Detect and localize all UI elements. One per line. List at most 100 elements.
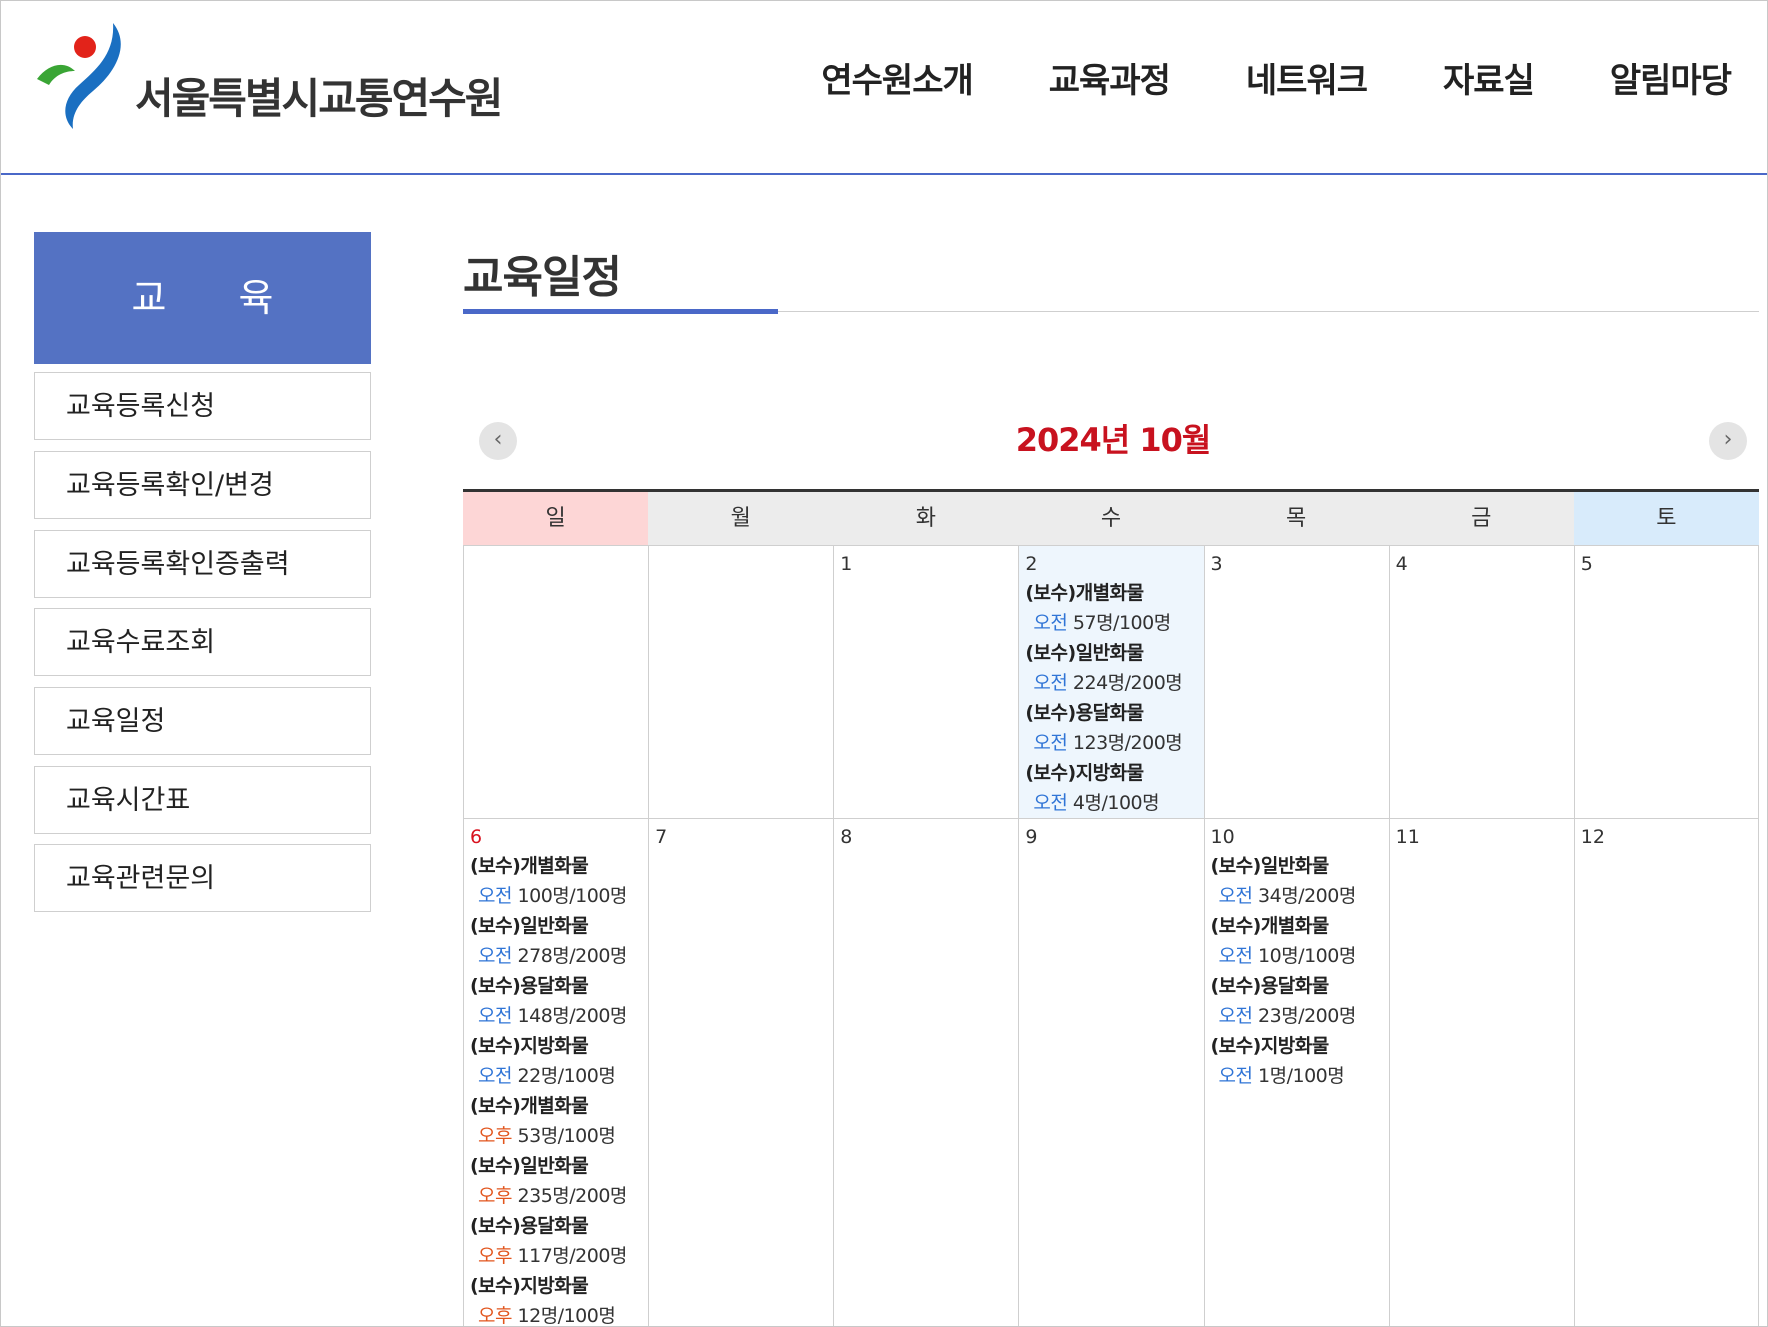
event-info: 오후 53명/100명 [470, 1121, 642, 1151]
day-number: 5 [1580, 553, 1593, 575]
event-name[interactable]: (보수)지방화물 [470, 1271, 642, 1301]
calendar-day[interactable]: 2 (보수)개별화물 오전 57명/100명 (보수)일반화물 오전 224명/… [1018, 546, 1204, 818]
event-name[interactable]: (보수)일반화물 [470, 1151, 642, 1181]
prev-month-button[interactable]: ‹ [479, 422, 517, 460]
sidebar-item-schedule[interactable]: 교육일정 [34, 687, 371, 755]
event-name[interactable]: (보수)일반화물 [1025, 638, 1197, 668]
nav-notice[interactable]: 알림마당 [1610, 53, 1732, 102]
event-count: 22명/100명 [517, 1065, 616, 1087]
event-count: 34명/200명 [1258, 885, 1356, 907]
event-count: 53명/100명 [517, 1125, 616, 1147]
nav-about[interactable]: 연수원소개 [821, 53, 973, 102]
event-name[interactable]: (보수)용달화물 [1211, 971, 1383, 1001]
sidebar-title: 교 육 [34, 232, 371, 364]
calendar-day-empty [648, 546, 833, 818]
nav-network[interactable]: 네트워크 [1246, 53, 1368, 102]
event-count: 148명/200명 [517, 1005, 628, 1027]
event-period: 오전 [1218, 885, 1253, 907]
main-nav: 연수원소개 교육과정 네트워크 자료실 알림마당 [745, 53, 1732, 102]
weekday-thu: 목 [1203, 492, 1389, 545]
event-count: 100명/100명 [517, 885, 628, 907]
calendar-day[interactable]: 3 [1203, 546, 1389, 818]
event-info: 오후 12명/100명 [470, 1301, 642, 1327]
calendar-week-row: 6 (보수)개별화물 오전 100명/100명 (보수)일반화물 오전 278명… [463, 818, 1759, 1327]
calendar-day[interactable]: 9 [1018, 819, 1203, 1326]
event-name[interactable]: (보수)개별화물 [470, 851, 642, 881]
event-name[interactable]: (보수)지방화물 [1025, 758, 1197, 788]
event-info: 오전 57명/100명 [1025, 608, 1197, 638]
page-frame: 서울특별시교통연수원 연수원소개 교육과정 네트워크 자료실 알림마당 교 육 … [0, 0, 1768, 1327]
weekday-mon: 월 [648, 492, 834, 545]
next-month-button[interactable]: › [1709, 422, 1747, 460]
sidebar-item-timetable[interactable]: 교육시간표 [34, 766, 371, 834]
calendar-day[interactable]: 12 [1573, 819, 1759, 1326]
sidebar-item-certificate-print[interactable]: 교육등록확인증출력 [34, 530, 371, 598]
event-count: 1명/100명 [1258, 1065, 1345, 1087]
event-count: 23명/200명 [1258, 1005, 1356, 1027]
calendar-day[interactable]: 6 (보수)개별화물 오전 100명/100명 (보수)일반화물 오전 278명… [463, 819, 648, 1327]
calendar-day[interactable]: 5 [1573, 546, 1759, 818]
event-period: 오후 [478, 1125, 512, 1147]
event-info: 오전 22명/100명 [470, 1061, 642, 1091]
event-info: 오전 34명/200명 [1211, 881, 1383, 911]
calendar-day[interactable]: 4 [1388, 546, 1574, 818]
event-name[interactable]: (보수)용달화물 [470, 971, 642, 1001]
event-info: 오전 23명/200명 [1211, 1001, 1383, 1031]
day-number: 2 [1025, 553, 1038, 575]
weekday-wed: 수 [1018, 492, 1204, 545]
sidebar-item-registration-check[interactable]: 교육등록확인/변경 [34, 451, 371, 519]
site-logo[interactable]: 서울특별시교통연수원 [35, 21, 503, 131]
weekday-tue: 화 [833, 492, 1019, 545]
page-title: 교육일정 [463, 252, 622, 303]
event-name[interactable]: (보수)용달화물 [470, 1211, 642, 1241]
sidebar-item-inquiry[interactable]: 교육관련문의 [34, 844, 371, 912]
event-name[interactable]: (보수)개별화물 [470, 1091, 642, 1121]
nav-archive[interactable]: 자료실 [1443, 53, 1535, 102]
nav-courses[interactable]: 교육과정 [1049, 53, 1171, 102]
day-number: 7 [655, 826, 668, 848]
day-number: 4 [1395, 553, 1408, 575]
event-name[interactable]: (보수)용달화물 [1025, 698, 1197, 728]
day-number: 8 [840, 826, 853, 848]
event-name[interactable]: (보수)개별화물 [1025, 578, 1197, 608]
sidebar-item-registration[interactable]: 교육등록신청 [34, 372, 371, 440]
event-period: 오전 [478, 885, 512, 907]
event-period: 오전 [1033, 792, 1068, 814]
calendar-weekday-header: 일 월 화 수 목 금 토 [463, 492, 1759, 545]
weekday-sat: 토 [1573, 492, 1759, 545]
event-period: 오전 [1218, 1005, 1253, 1027]
event-name[interactable]: (보수)일반화물 [470, 911, 642, 941]
event-info: 오전 100명/100명 [470, 881, 642, 911]
chevron-left-icon: ‹ [493, 427, 503, 452]
calendar-day[interactable]: 11 [1388, 819, 1574, 1326]
event-name[interactable]: (보수)개별화물 [1211, 911, 1383, 941]
event-info: 오전 278명/200명 [470, 941, 642, 971]
site-header: 서울특별시교통연수원 연수원소개 교육과정 네트워크 자료실 알림마당 [1, 1, 1767, 175]
event-period: 오전 [1218, 1065, 1253, 1087]
calendar-day[interactable]: 10 (보수)일반화물 오전 34명/200명 (보수)개별화물 오전 10명/… [1203, 819, 1389, 1326]
event-info: 오후 235명/200명 [470, 1181, 642, 1211]
event-period: 오후 [478, 1305, 512, 1327]
day-number: 11 [1395, 826, 1420, 848]
weekday-sun: 일 [463, 492, 649, 545]
day-number: 6 [470, 826, 483, 848]
calendar-month-label: 2024년 10월 [1015, 421, 1212, 459]
event-period: 오전 [478, 1005, 512, 1027]
day-number: 3 [1210, 553, 1223, 575]
logo-text: 서울특별시교통연수원 [135, 74, 503, 123]
title-accent-bar [463, 309, 778, 314]
calendar-day[interactable]: 7 [648, 819, 833, 1326]
event-name[interactable]: (보수)지방화물 [1211, 1031, 1383, 1061]
event-count: 235명/200명 [517, 1185, 628, 1207]
day-number: 12 [1580, 826, 1605, 848]
day-number: 9 [1025, 826, 1038, 848]
event-period: 오후 [478, 1245, 512, 1267]
calendar-day[interactable]: 1 [833, 546, 1018, 818]
event-name[interactable]: (보수)지방화물 [470, 1031, 642, 1061]
chevron-right-icon: › [1723, 427, 1733, 452]
event-info: 오전 148명/200명 [470, 1001, 642, 1031]
event-name[interactable]: (보수)일반화물 [1211, 851, 1383, 881]
day-number: 1 [840, 553, 853, 575]
calendar-day[interactable]: 8 [833, 819, 1018, 1326]
sidebar-item-completion-lookup[interactable]: 교육수료조회 [34, 608, 371, 676]
